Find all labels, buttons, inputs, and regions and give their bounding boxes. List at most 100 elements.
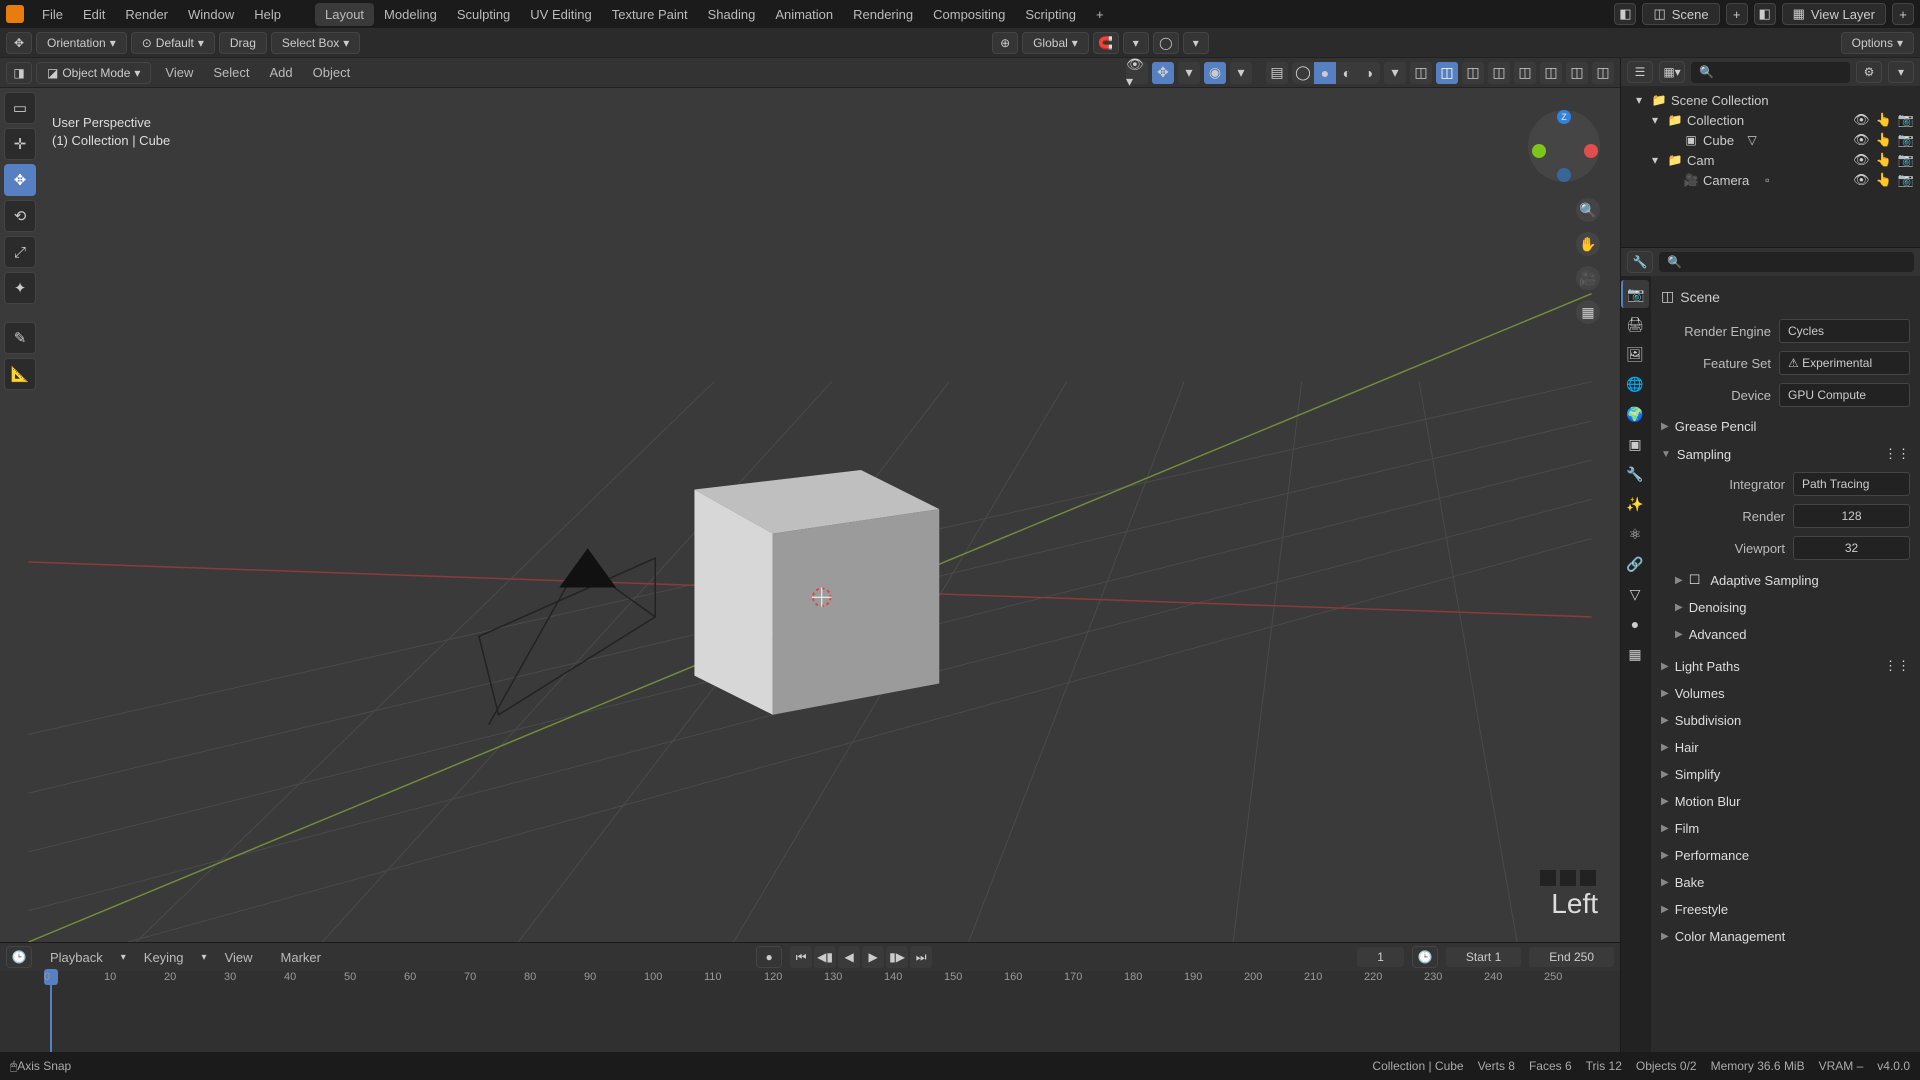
viewport-menu-select[interactable]: Select <box>203 61 259 84</box>
panel-header[interactable]: ▶Hair <box>1661 736 1910 759</box>
xray-toggle-icon[interactable]: ▤ <box>1266 62 1288 84</box>
visibility-dropdown-icon[interactable]: 👁▾ <box>1126 62 1148 84</box>
gizmo-x-axis[interactable] <box>1584 144 1598 158</box>
menu-edit[interactable]: Edit <box>73 3 115 26</box>
eye-toggle-icon[interactable]: 👁 <box>1853 132 1870 148</box>
panel-header[interactable]: ▶Color Management <box>1661 925 1910 948</box>
tab-viewlayer[interactable]: 🖼 <box>1621 340 1649 368</box>
panel-header[interactable]: ▶Subdivision <box>1661 709 1910 732</box>
outliner-search-input[interactable] <box>1718 65 1842 80</box>
integrator-dropdown[interactable]: Path Tracing <box>1793 472 1910 496</box>
overlay-dropdown-icon[interactable]: ▾ <box>1230 62 1252 84</box>
workspace-tab-modeling[interactable]: Modeling <box>374 3 447 26</box>
tool-transform[interactable]: ✦ <box>4 272 36 304</box>
play-icon[interactable]: ▶ <box>862 946 884 968</box>
feature-set-dropdown[interactable]: ⚠ Experimental <box>1779 351 1910 375</box>
current-frame-field[interactable]: 1 <box>1357 947 1404 967</box>
viewport-samples-field[interactable]: 32 <box>1793 536 1910 560</box>
shading-wireframe-icon[interactable]: ◯ <box>1292 62 1314 84</box>
workspace-tab-compositing[interactable]: Compositing <box>923 3 1015 26</box>
tree-row-cam[interactable]: ▾📁Cam👁👆📷 <box>1621 150 1920 170</box>
timeline-view-menu[interactable]: View <box>215 946 263 969</box>
scene-new-icon[interactable]: + <box>1726 3 1748 25</box>
timeline-playhead[interactable] <box>50 971 52 1052</box>
workspace-tab-animation[interactable]: Animation <box>765 3 843 26</box>
start-frame-field[interactable]: Start 1 <box>1446 947 1521 967</box>
tab-modifiers[interactable]: 🔧 <box>1621 460 1649 488</box>
viewport-menu-object[interactable]: Object <box>303 61 361 84</box>
keyframe-next-icon[interactable]: ▮▶ <box>886 946 908 968</box>
panel-header[interactable]: ▶Simplify <box>1661 763 1910 786</box>
workspace-tab-texture-paint[interactable]: Texture Paint <box>602 3 698 26</box>
panel-header[interactable]: ▶Advanced <box>1675 623 1910 646</box>
menu-window[interactable]: Window <box>178 3 244 26</box>
scene-field[interactable]: ◫ Scene <box>1642 3 1719 25</box>
shading-dropdown-icon[interactable]: ▾ <box>1384 62 1406 84</box>
menu-help[interactable]: Help <box>244 3 291 26</box>
render-engine-dropdown[interactable]: Cycles <box>1779 319 1910 343</box>
eye-toggle-icon[interactable]: 👁 <box>1853 172 1870 188</box>
proportional-edit-icon[interactable]: ◯ <box>1153 32 1179 54</box>
snap-type-icon[interactable]: ▾ <box>1123 32 1149 54</box>
timeline-playback-menu[interactable]: Playback <box>40 946 113 969</box>
preview-range-icon[interactable]: 🕒 <box>1412 946 1438 968</box>
outliner-filter-icon[interactable]: ⚙ <box>1856 61 1882 83</box>
transform-orientation-dropdown[interactable]: Global▾ <box>1022 32 1089 54</box>
workspace-tab-uv-editing[interactable]: UV Editing <box>520 3 601 26</box>
outliner-new-collection-icon[interactable]: ▾ <box>1888 61 1914 83</box>
workspace-tab-rendering[interactable]: Rendering <box>843 3 923 26</box>
checkbox-icon[interactable]: ☐ <box>1689 572 1701 588</box>
autokey-toggle-icon[interactable]: ● <box>756 946 782 968</box>
panel-header[interactable]: ▶☐Adaptive Sampling <box>1675 568 1910 592</box>
object-data-icon[interactable]: ▫ <box>1759 172 1775 188</box>
region-toggle-7-icon[interactable]: ◫ <box>1566 62 1588 84</box>
tab-scene[interactable]: 🌐 <box>1621 370 1649 398</box>
region-toggle-5-icon[interactable]: ◫ <box>1514 62 1536 84</box>
region-toggle-8-icon[interactable]: ◫ <box>1592 62 1614 84</box>
jump-start-icon[interactable]: ⏮ <box>790 946 812 968</box>
render-toggle-icon[interactable]: 📷 <box>1898 112 1914 128</box>
workspace-tab-shading[interactable]: Shading <box>698 3 766 26</box>
perspective-toggle-icon[interactable]: ▦ <box>1576 300 1600 324</box>
scene-browse-icon[interactable]: ◧ <box>1614 3 1636 25</box>
tool-measure[interactable]: 📐 <box>4 358 36 390</box>
device-dropdown[interactable]: GPU Compute <box>1779 383 1910 407</box>
overlay-toggle-icon[interactable]: ◉ <box>1204 62 1226 84</box>
chevron-icon[interactable]: ▾ <box>1647 152 1663 168</box>
chevron-icon[interactable] <box>1663 132 1679 148</box>
tab-material[interactable]: ● <box>1621 610 1649 638</box>
panel-header[interactable]: ▶Volumes <box>1661 682 1910 705</box>
region-toggle-6-icon[interactable]: ◫ <box>1540 62 1562 84</box>
gizmo-neg-z-axis[interactable] <box>1557 168 1571 182</box>
render-toggle-icon[interactable]: 📷 <box>1898 172 1914 188</box>
shading-solid-icon[interactable]: ● <box>1314 62 1336 84</box>
timeline-track[interactable]: 0102030405060708090100110120130140150160… <box>0 971 1620 1052</box>
viewport-menu-add[interactable]: Add <box>260 61 303 84</box>
region-toggle-2-icon[interactable]: ◫ <box>1436 62 1458 84</box>
end-frame-field[interactable]: End 250 <box>1529 947 1614 967</box>
properties-search[interactable]: 🔍 <box>1659 252 1914 272</box>
tab-world[interactable]: 🌍 <box>1621 400 1649 428</box>
workspace-tab-sculpting[interactable]: Sculpting <box>447 3 520 26</box>
tree-row-cube[interactable]: ▣Cube▽👁👆📷 <box>1621 130 1920 150</box>
panel-header[interactable]: ▶Denoising <box>1675 596 1910 619</box>
tab-texture[interactable]: ▦ <box>1621 640 1649 668</box>
pan-icon[interactable]: ✋ <box>1576 232 1600 256</box>
tree-row-camera[interactable]: 🎥Camera▫👁👆📷 <box>1621 170 1920 190</box>
snap-toggle-icon[interactable]: 🧲 <box>1093 32 1119 54</box>
tab-render[interactable]: 📷 <box>1621 280 1649 308</box>
editor-type-icon[interactable]: ◨ <box>6 62 32 84</box>
timeline-editor-type-icon[interactable]: 🕒 <box>6 946 32 968</box>
tool-cursor[interactable]: ✛ <box>4 128 36 160</box>
transform-pivot-dropdown[interactable]: ⊙Default▾ <box>131 32 215 54</box>
tab-particles[interactable]: ✨ <box>1621 490 1649 518</box>
chevron-icon[interactable] <box>1663 172 1679 188</box>
properties-editor-type-icon[interactable]: 🔧 <box>1627 251 1653 273</box>
gizmo-y-axis[interactable] <box>1532 144 1546 158</box>
nav-gizmo[interactable]: Z <box>1528 110 1600 182</box>
cursor-toggle-icon[interactable]: 👆 <box>1876 112 1892 128</box>
cursor-toggle-icon[interactable]: 👆 <box>1876 172 1892 188</box>
options-dropdown[interactable]: Options▾ <box>1841 32 1914 54</box>
menu-render[interactable]: Render <box>115 3 178 26</box>
viewport-3d[interactable]: ▭ ✛ ✥ ⟲ ⤢ ✦ ✎ 📐 User Perspective (1) Col… <box>0 88 1620 942</box>
